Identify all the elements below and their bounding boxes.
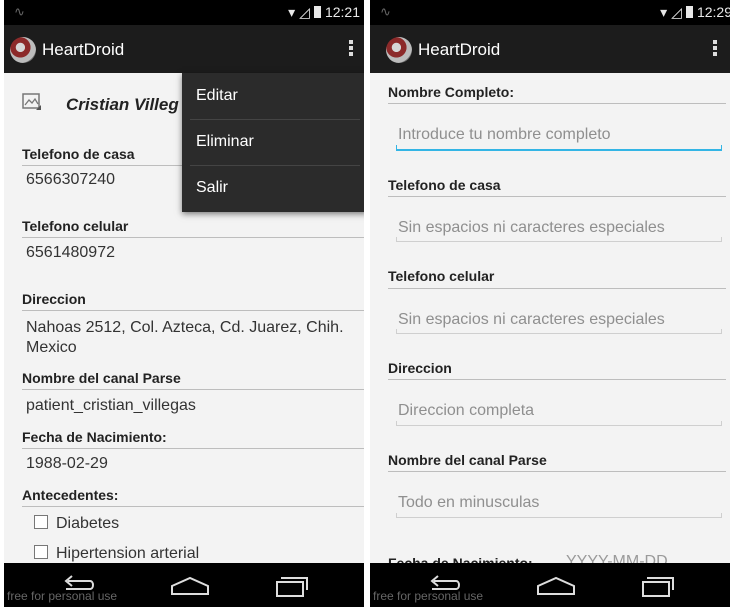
divider <box>22 389 364 390</box>
back-icon[interactable] <box>424 573 464 597</box>
action-bar: HeartDroid <box>4 25 364 73</box>
navigation-bar: free for personal use <box>4 563 364 607</box>
input-underline <box>396 145 722 151</box>
checkbox-label: Diabetes <box>56 515 120 532</box>
channel-label: Nombre del canal Parse <box>22 370 181 386</box>
activity-icon: ∿ <box>380 4 391 19</box>
full-name-label: Nombre Completo: <box>388 84 514 100</box>
contact-card-icon <box>22 93 41 110</box>
action-bar: HeartDroid <box>370 25 730 73</box>
overflow-menu-icon[interactable] <box>710 38 720 62</box>
divider <box>388 288 726 289</box>
form-screen: ∿ ▾ ◿ 12:29 HeartDroid Nombre Completo: In… <box>370 0 730 607</box>
checkbox-box[interactable] <box>34 515 48 529</box>
checkbox-box[interactable] <box>34 545 48 559</box>
cell-phone-value: 6561480972 <box>26 244 115 261</box>
overflow-menu-icon[interactable] <box>346 38 356 62</box>
status-time: 12:21 <box>324 4 360 20</box>
divider <box>22 237 364 238</box>
dob-label: Fecha de Nacimiento: <box>22 429 167 445</box>
form-content: Nombre Completo: Introduce tu nombre com… <box>370 73 730 571</box>
channel-value: patient_cristian_villegas <box>26 397 196 414</box>
input-underline <box>396 421 722 426</box>
wifi-icon: ▾ <box>660 4 668 20</box>
input-underline <box>396 329 722 334</box>
checkbox-diabetes[interactable]: Diabetes <box>34 515 119 533</box>
battery-icon <box>313 6 321 18</box>
overflow-menu: Editar Eliminar Salir <box>182 73 364 212</box>
input-underline <box>396 237 722 242</box>
menu-item-editar[interactable]: Editar <box>182 73 364 119</box>
divider <box>22 310 364 311</box>
home-phone-input[interactable]: Sin espacios ni caracteres especiales <box>398 219 720 237</box>
app-logo-icon[interactable] <box>10 37 36 63</box>
address-label: Direccion <box>22 291 86 307</box>
home-phone-label: Telefono de casa <box>388 177 501 193</box>
recent-apps-icon[interactable] <box>274 573 308 599</box>
address-value: Nahoas 2512, Col. Azteca, Cd. Juarez, Ch… <box>26 319 344 356</box>
status-bar: ∿ ▾ ◿ 12:29 <box>370 0 730 25</box>
divider <box>22 448 364 449</box>
address-label: Direccion <box>388 360 452 376</box>
app-logo-icon[interactable] <box>386 37 412 63</box>
back-icon[interactable] <box>58 573 98 597</box>
wifi-icon: ▾ <box>288 4 296 20</box>
checkbox-hypertension[interactable]: Hipertension arterial <box>34 545 199 563</box>
signal-icon: ◿ <box>299 4 310 20</box>
full-name-input[interactable]: Introduce tu nombre completo <box>398 126 720 144</box>
divider <box>388 196 726 197</box>
battery-icon <box>685 6 693 18</box>
history-label: Antecedentes: <box>22 487 119 503</box>
cell-phone-input[interactable]: Sin espacios ni caracteres especiales <box>398 311 720 329</box>
status-bar: ∿ ▾ ◿ 12:21 <box>4 0 364 25</box>
home-icon[interactable] <box>168 576 212 596</box>
cell-phone-label: Telefono celular <box>388 268 495 284</box>
checkbox-label: Hipertension arterial <box>56 545 200 562</box>
signal-icon: ◿ <box>671 4 682 20</box>
app-title: HeartDroid <box>418 40 501 59</box>
menu-item-eliminar[interactable]: Eliminar <box>182 119 364 165</box>
cell-phone-label: Telefono celular <box>22 218 129 234</box>
channel-label: Nombre del canal Parse <box>388 452 547 468</box>
divider <box>388 379 726 380</box>
recent-apps-icon[interactable] <box>640 573 674 599</box>
app-title: HeartDroid <box>42 40 125 59</box>
home-icon[interactable] <box>534 576 578 596</box>
status-time: 12:29 <box>696 4 730 20</box>
navigation-bar: free for personal use <box>370 563 730 607</box>
address-input[interactable]: Direccion completa <box>398 402 720 420</box>
divider <box>22 506 364 507</box>
contact-name: Cristian Villeg <box>66 95 179 114</box>
divider <box>388 471 726 472</box>
detail-screen: ∿ ▾ ◿ 12:21 HeartDroid Cristian Villeg Tel… <box>4 0 364 607</box>
channel-input[interactable]: Todo en minusculas <box>398 494 720 512</box>
dob-value: 1988-02-29 <box>26 455 108 472</box>
divider <box>388 103 726 104</box>
activity-icon: ∿ <box>14 4 25 19</box>
menu-item-salir[interactable]: Salir <box>182 165 364 211</box>
input-underline <box>396 513 722 518</box>
